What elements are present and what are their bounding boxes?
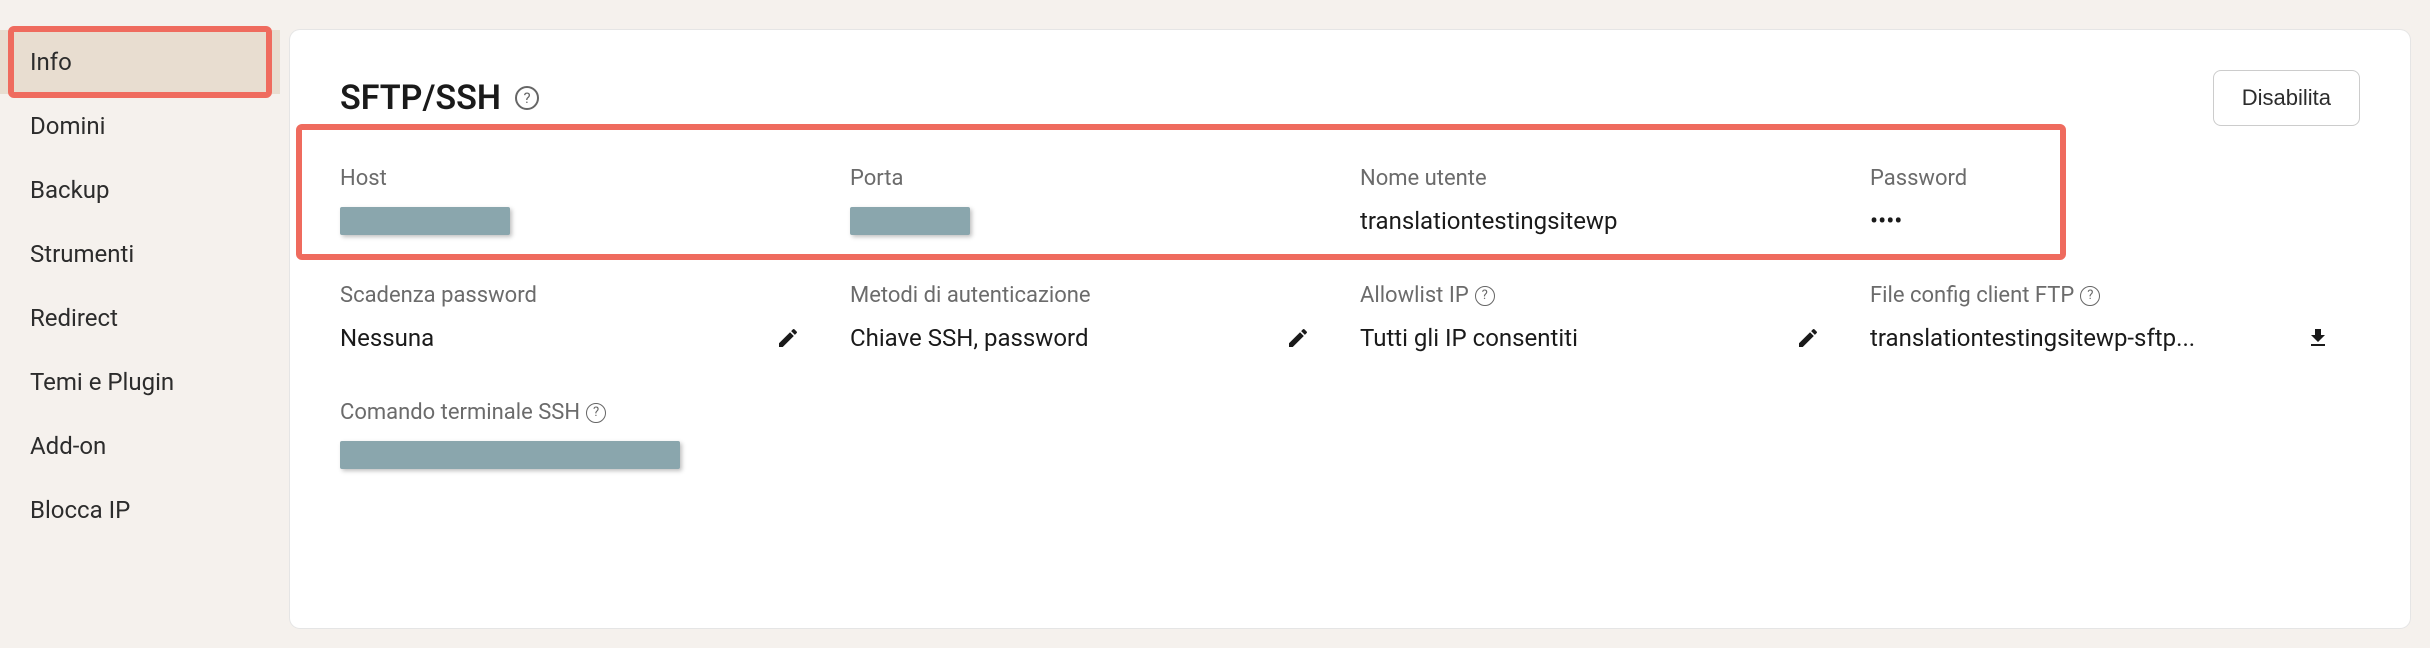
- field-label-ssh-cmd: Comando terminale SSH ?: [340, 400, 830, 425]
- field-ftp-config: File config client FTP ? translationtest…: [1870, 273, 2360, 372]
- redacted-ssh-cmd-value: [340, 441, 680, 469]
- field-host: Host: [340, 156, 830, 255]
- field-port: Porta: [850, 156, 1340, 255]
- sidebar-item-label: Info: [30, 48, 72, 76]
- field-grid-row3: Comando terminale SSH ?: [340, 390, 2360, 489]
- field-value-ftp-config: translationtestingsitewp-sftp...: [1870, 324, 2195, 352]
- sidebar-item-label: Add-on: [30, 432, 106, 460]
- field-value-username: translationtestingsitewp: [1360, 207, 1617, 235]
- field-value-allowlist: Tutti gli IP consentiti: [1360, 324, 1578, 352]
- sidebar-item-info[interactable]: Info: [0, 30, 280, 94]
- panel-title: SFTP/SSH: [340, 78, 501, 118]
- field-password: Password ••••: [1870, 156, 2360, 255]
- sidebar-item-strumenti[interactable]: Strumenti: [0, 222, 280, 286]
- field-username: Nome utente translationtestingsitewp: [1360, 156, 1850, 255]
- field-label-allowlist-text: Allowlist IP: [1360, 283, 1469, 308]
- field-label-password: Password: [1870, 166, 2360, 191]
- field-allowlist: Allowlist IP ? Tutti gli IP consentiti: [1360, 273, 1850, 372]
- download-icon[interactable]: [2306, 326, 2330, 350]
- sidebar-item-label: Backup: [30, 176, 109, 204]
- sidebar-item-backup[interactable]: Backup: [0, 158, 280, 222]
- field-ssh-cmd: Comando terminale SSH ?: [340, 390, 830, 489]
- field-label-pw-expiry: Scadenza password: [340, 283, 830, 308]
- sidebar-item-temi-plugin[interactable]: Temi e Plugin: [0, 350, 280, 414]
- field-label-auth-methods: Metodi di autenticazione: [850, 283, 1340, 308]
- field-label-ftp-config-text: File config client FTP: [1870, 283, 2074, 308]
- field-label-username: Nome utente: [1360, 166, 1850, 191]
- main-panel: SFTP/SSH ? Disabilita Host Porta Nome ut…: [290, 30, 2410, 628]
- panel-header: SFTP/SSH ? Disabilita: [340, 70, 2360, 126]
- help-icon[interactable]: ?: [515, 86, 539, 110]
- field-grid-row2: Scadenza password Nessuna Metodi di aute…: [340, 273, 2360, 372]
- field-label-ftp-config: File config client FTP ?: [1870, 283, 2360, 308]
- sidebar-item-domini[interactable]: Domini: [0, 94, 280, 158]
- sidebar-item-redirect[interactable]: Redirect: [0, 286, 280, 350]
- field-grid-row1: Host Porta Nome utente translationtestin…: [340, 156, 2360, 255]
- field-label-port: Porta: [850, 166, 1340, 191]
- field-pw-expiry: Scadenza password Nessuna: [340, 273, 830, 372]
- help-icon[interactable]: ?: [586, 403, 606, 423]
- sidebar-item-label: Domini: [30, 112, 105, 140]
- field-label-allowlist: Allowlist IP ?: [1360, 283, 1850, 308]
- help-icon[interactable]: ?: [1475, 286, 1495, 306]
- edit-icon[interactable]: [1796, 326, 1820, 350]
- field-label-host: Host: [340, 166, 830, 191]
- field-value-pw-expiry: Nessuna: [340, 324, 434, 352]
- edit-icon[interactable]: [776, 326, 800, 350]
- field-label-ssh-cmd-text: Comando terminale SSH: [340, 400, 580, 425]
- sidebar-item-label: Temi e Plugin: [30, 368, 174, 396]
- field-value-password: ••••: [1870, 207, 1902, 235]
- help-icon[interactable]: ?: [2080, 286, 2100, 306]
- field-value-auth-methods: Chiave SSH, password: [850, 324, 1088, 352]
- sidebar: Info Domini Backup Strumenti Redirect Te…: [0, 0, 280, 648]
- sidebar-item-label: Strumenti: [30, 240, 134, 268]
- redacted-host-value: [340, 207, 510, 235]
- sidebar-item-label: Blocca IP: [30, 496, 130, 524]
- edit-icon[interactable]: [1286, 326, 1310, 350]
- sidebar-item-addon[interactable]: Add-on: [0, 414, 280, 478]
- sidebar-item-label: Redirect: [30, 304, 118, 332]
- redacted-port-value: [850, 207, 970, 235]
- disable-button[interactable]: Disabilita: [2213, 70, 2360, 126]
- field-auth-methods: Metodi di autenticazione Chiave SSH, pas…: [850, 273, 1340, 372]
- sidebar-item-blocca-ip[interactable]: Blocca IP: [0, 478, 280, 542]
